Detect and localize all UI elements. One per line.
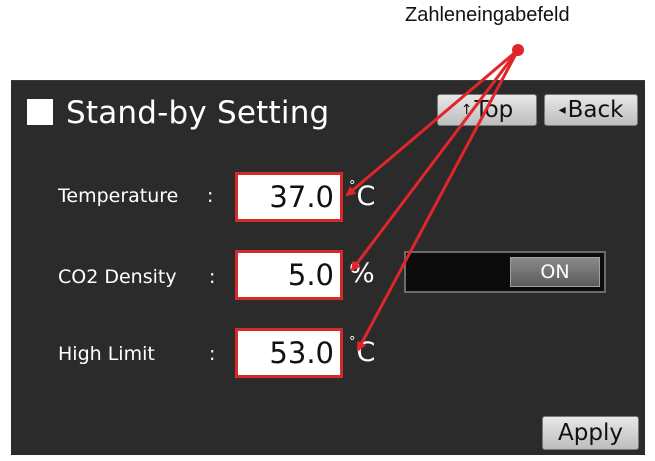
co2-density-colon: : <box>209 266 216 288</box>
callout-label: Zahleneingabefeld <box>405 4 570 26</box>
page-title: Stand-by Setting <box>66 95 330 131</box>
high-limit-input[interactable]: 53.0 <box>235 328 343 378</box>
high-limit-colon: : <box>209 343 216 365</box>
high-limit-label: High Limit <box>58 343 155 365</box>
degree-symbol: ° <box>349 179 356 194</box>
left-triangle-icon: ◂ <box>558 102 566 118</box>
co2-toggle-switch[interactable]: ON <box>404 251 606 293</box>
co2-density-label: CO2 Density <box>58 266 177 288</box>
apply-button[interactable]: Apply <box>542 416 639 450</box>
up-arrow-icon: ↑ <box>460 102 473 118</box>
temperature-input[interactable]: 37.0 <box>235 172 343 222</box>
title-bar: Stand-by Setting ↑ Top ◂ Back <box>11 81 645 149</box>
high-limit-unit-label: C <box>356 337 376 368</box>
top-button-label: Top <box>474 97 514 123</box>
co2-density-input[interactable]: 5.0 <box>235 250 343 300</box>
co2-density-unit: % <box>349 258 375 289</box>
temperature-label: Temperature <box>58 185 179 207</box>
degree-symbol: ° <box>349 335 356 350</box>
back-button-label: Back <box>567 97 624 123</box>
temperature-colon: : <box>207 185 214 207</box>
back-button[interactable]: ◂ Back <box>544 94 638 126</box>
title-square-icon <box>27 99 53 125</box>
high-limit-unit: °C <box>349 335 376 368</box>
callout-dot <box>512 44 524 56</box>
temperature-unit-label: C <box>356 181 376 212</box>
top-button[interactable]: ↑ Top <box>437 94 537 126</box>
co2-toggle-knob: ON <box>510 257 600 287</box>
standby-setting-screen: Stand-by Setting ↑ Top ◂ Back Temperatur… <box>11 80 645 455</box>
temperature-unit: °C <box>349 179 376 212</box>
